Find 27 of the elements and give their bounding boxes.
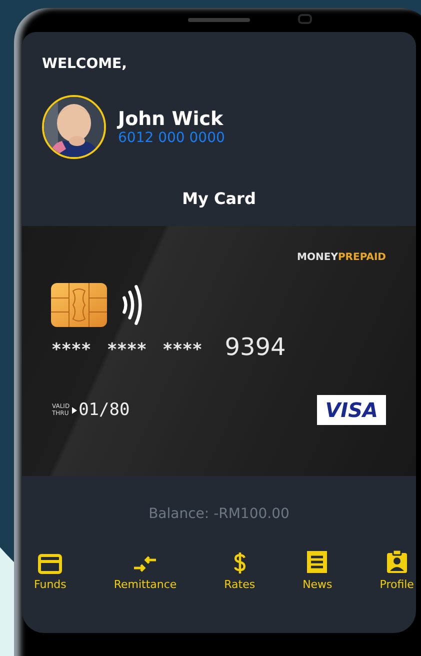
tab-button[interactable]: Funds	[32, 554, 68, 591]
pointer-icon	[72, 406, 77, 414]
card-number-group: ****	[52, 340, 92, 360]
camera-icon	[298, 14, 312, 24]
card-network-logo: VISA	[317, 395, 386, 425]
tab-button[interactable]: Rates	[222, 552, 258, 591]
balance-text: Balance: -RM100.00	[148, 506, 290, 522]
card-icon	[38, 554, 62, 574]
contactless-icon	[121, 283, 145, 327]
card-number-group: ****	[163, 340, 203, 360]
speaker-icon	[188, 18, 250, 22]
profile-badge-icon	[386, 550, 408, 574]
brand-logo: MONEYPREPAID	[297, 252, 386, 263]
card-number-group: ****	[108, 340, 148, 360]
tab-button[interactable]: News	[300, 550, 334, 591]
card-number-group: 9394	[224, 333, 286, 361]
welcome-heading: WELCOME,	[42, 56, 127, 72]
transfer-icon	[133, 554, 158, 574]
user-name: John Wick	[118, 108, 224, 130]
tab-button[interactable]: Remittance	[112, 554, 179, 591]
dollar-icon	[232, 552, 247, 574]
phone-number: 6012 000 0000	[118, 130, 225, 146]
news-icon	[306, 550, 328, 574]
section-title: My Card	[182, 189, 256, 208]
tab-button[interactable]: Profile	[378, 550, 416, 591]
expiry-date: 01/80	[78, 400, 130, 420]
chip-icon	[51, 283, 107, 327]
